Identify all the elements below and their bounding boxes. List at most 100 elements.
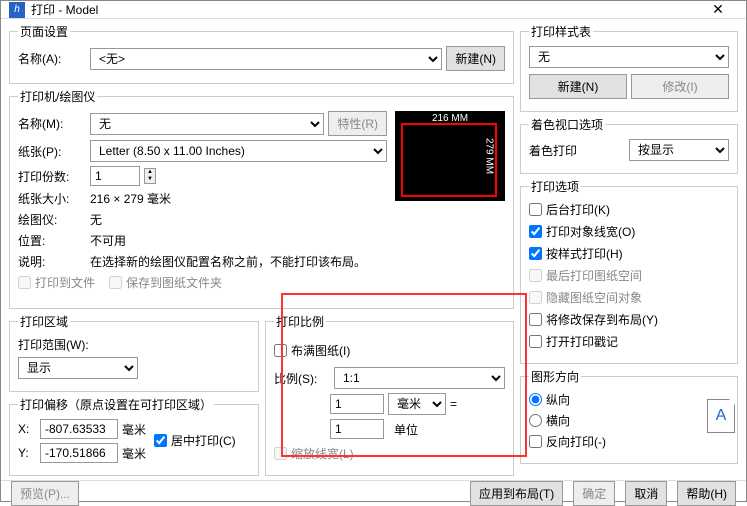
page-setup-group: 页面设置 名称(A): <无> 新建(N) (9, 23, 514, 84)
scale-unit1[interactable]: 毫米 (388, 393, 446, 415)
style-edit-button[interactable]: 修改(I) (631, 74, 729, 99)
desc-value: 在选择新的绘图仪配置名称之前，不能打印该布局。 (90, 253, 366, 270)
opt-lw-checkbox[interactable] (529, 225, 542, 238)
ok-button[interactable]: 确定 (573, 481, 615, 506)
opt-ps-checkbox (529, 269, 542, 282)
scale-eq: = (450, 397, 457, 411)
copies-spinner[interactable]: ▲▼ (144, 168, 156, 184)
footer: 预览(P)... 应用到布局(T) 确定 取消 帮助(H) (1, 480, 746, 506)
opt-style-label: 按样式打印(H) (546, 245, 623, 262)
printer-group: 打印机/绘图仪 名称(M): 无 特性(R) 纸张(P): Letter (8.… (9, 88, 514, 309)
y-unit: 毫米 (122, 445, 146, 462)
opt-save-label: 将修改保存到布局(Y) (546, 311, 658, 328)
style-table-group: 打印样式表 无 新建(N) 修改(I) (520, 23, 738, 112)
y-input[interactable] (40, 443, 118, 463)
paper-preview: 216 MM 279 MM (395, 111, 505, 201)
page-name-select[interactable]: <无> (90, 48, 442, 70)
location-label: 位置: (18, 232, 86, 249)
paper-select[interactable]: Letter (8.50 x 11.00 Inches) (90, 140, 387, 162)
y-label: Y: (18, 446, 36, 460)
style-new-button[interactable]: 新建(N) (529, 74, 627, 99)
plotter-value: 无 (90, 211, 102, 228)
window-title: 打印 - Model (31, 1, 698, 18)
portrait-label: 纵向 (546, 391, 570, 408)
center-checkbox[interactable] (154, 434, 167, 447)
plot-scale-legend: 打印比例 (274, 313, 326, 330)
fit-checkbox[interactable] (274, 344, 287, 357)
printer-name-select[interactable]: 无 (90, 113, 324, 135)
x-input[interactable] (40, 419, 118, 439)
x-unit: 毫米 (122, 421, 146, 438)
upside-label: 反向打印(-) (546, 433, 606, 450)
range-label: 打印范围(W): (18, 336, 250, 353)
copies-label: 打印份数: (18, 168, 86, 185)
scale-val2[interactable] (330, 419, 384, 439)
scale-unit2: 单位 (394, 421, 418, 438)
size-value: 216 × 279 毫米 (90, 190, 171, 207)
plot-area-group: 打印区域 打印范围(W): 显示 (9, 313, 259, 392)
cancel-button[interactable]: 取消 (625, 481, 667, 506)
preview-button[interactable]: 预览(P)... (11, 481, 79, 506)
opt-ps-label: 最后打印图纸空间 (546, 267, 642, 284)
center-label: 居中打印(C) (171, 432, 236, 449)
opt-bg-checkbox[interactable] (529, 203, 542, 216)
shade-legend: 着色视口选项 (529, 116, 605, 133)
print-dialog: h 打印 - Model ✕ 页面设置 名称(A): <无> 新建(N) 打印机… (0, 0, 747, 502)
app-icon: h (9, 2, 25, 18)
opt-stamp-checkbox[interactable] (529, 335, 542, 348)
fit-label: 布满图纸(I) (291, 342, 350, 359)
close-button[interactable]: ✕ (698, 1, 738, 18)
x-label: X: (18, 422, 36, 436)
page-new-button[interactable]: 新建(N) (446, 46, 505, 71)
upside-checkbox[interactable] (529, 435, 542, 448)
opt-style-checkbox[interactable] (529, 247, 542, 260)
page-name-label: 名称(A): (18, 50, 86, 67)
landscape-radio[interactable] (529, 414, 542, 427)
plotter-label: 绘图仪: (18, 211, 86, 228)
plot-area-legend: 打印区域 (18, 313, 70, 330)
preview-height: 279 MM (483, 138, 494, 174)
opt-save-checkbox[interactable] (529, 313, 542, 326)
shade-select[interactable]: 按显示 (629, 139, 729, 161)
style-table-select[interactable]: 无 (529, 46, 729, 68)
to-file-label: 打印到文件 (35, 274, 95, 291)
titlebar: h 打印 - Model ✕ (1, 1, 746, 19)
shade-group: 着色视口选项 着色打印 按显示 (520, 116, 738, 174)
opt-lw-label: 打印对象线宽(O) (546, 223, 635, 240)
scale-lw-label: 缩放线宽(L) (291, 445, 354, 462)
options-legend: 打印选项 (529, 178, 581, 195)
shade-label: 着色打印 (529, 142, 625, 159)
orient-legend: 图形方向 (529, 368, 581, 385)
printer-legend: 打印机/绘图仪 (18, 88, 97, 105)
save-to-checkbox (109, 276, 122, 289)
opt-stamp-label: 打开打印戳记 (546, 333, 618, 350)
opt-hide-label: 隐藏图纸空间对象 (546, 289, 642, 306)
scale-val1[interactable] (330, 394, 384, 414)
save-to-label: 保存到图纸文件夹 (126, 274, 222, 291)
printer-name-label: 名称(M): (18, 115, 86, 132)
printer-props-button[interactable]: 特性(R) (328, 111, 387, 136)
scale-lw-checkbox (274, 447, 287, 460)
landscape-label: 横向 (546, 412, 570, 429)
offset-group: 打印偏移（原点设置在可打印区域） X: 毫米 Y: (9, 396, 259, 476)
opt-bg-label: 后台打印(K) (546, 201, 610, 218)
location-value: 不可用 (90, 232, 126, 249)
orient-group: 图形方向 纵向 横向 反向打印(-) A (520, 368, 738, 464)
page-setup-legend: 页面设置 (18, 23, 70, 40)
scale-label: 比例(S): (274, 370, 330, 387)
copies-input[interactable] (90, 166, 140, 186)
paper-label: 纸张(P): (18, 143, 86, 160)
to-file-checkbox (18, 276, 31, 289)
options-group: 打印选项 后台打印(K) 打印对象线宽(O) 按样式打印(H) 最后打印图纸空间… (520, 178, 738, 364)
desc-label: 说明: (18, 253, 86, 270)
orientation-icon: A (707, 399, 735, 433)
apply-button[interactable]: 应用到布局(T) (470, 481, 563, 506)
range-select[interactable]: 显示 (18, 357, 138, 379)
opt-hide-checkbox (529, 291, 542, 304)
portrait-radio[interactable] (529, 393, 542, 406)
scale-select[interactable]: 1:1 (334, 367, 505, 389)
help-button[interactable]: 帮助(H) (677, 481, 736, 506)
offset-legend: 打印偏移（原点设置在可打印区域） (18, 396, 214, 413)
style-table-legend: 打印样式表 (529, 23, 593, 40)
plot-scale-group: 打印比例 布满图纸(I) 比例(S): 1:1 毫米 = 单位 (265, 313, 514, 476)
